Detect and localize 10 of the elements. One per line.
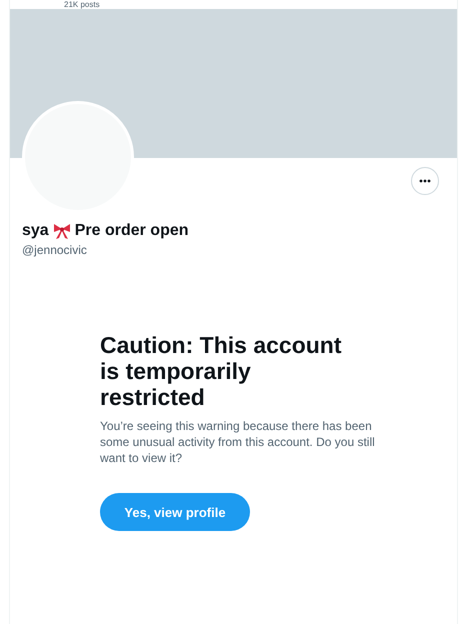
warning-title: Caution: This account is temporarily restricted [100,332,342,410]
display-name: Pre order open [74,222,189,240]
more-button[interactable] [411,167,439,195]
more-icon [419,179,431,183]
post-count: 21K posts [64,0,100,9]
user-handle: @jennocivic [22,243,88,257]
display-name: sya [22,222,49,240]
warning-message: You’re seeing this warning because there has been some unusual activity from this account. Do you still want to view it? [100,418,375,466]
ribbon-icon [52,222,71,240]
view-profile-button[interactable]: Yes, view profile [100,493,250,531]
